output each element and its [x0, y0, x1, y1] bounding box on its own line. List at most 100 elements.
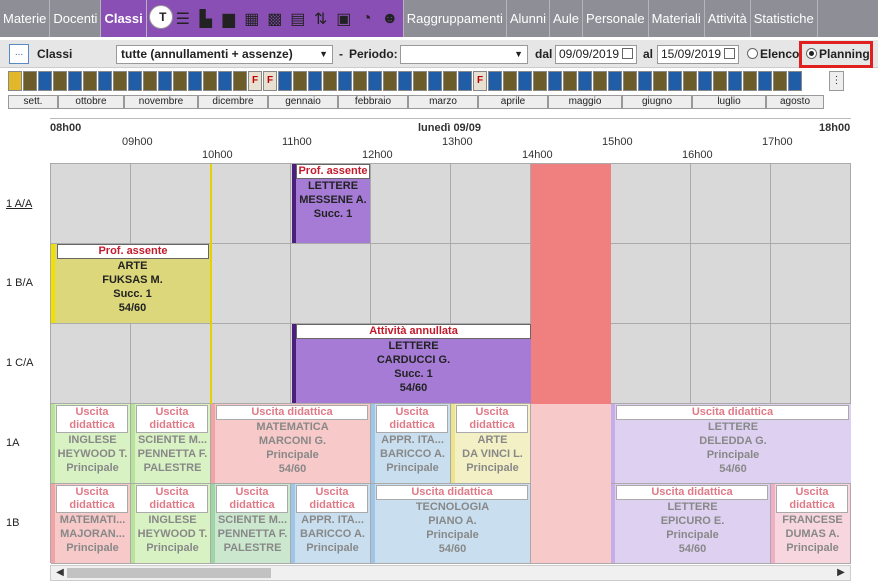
nav-aule[interactable]: Aule — [550, 0, 584, 37]
week-cell[interactable]: F — [263, 71, 277, 91]
week-cell[interactable] — [488, 71, 502, 91]
lesson-card[interactable]: Prof. assente ARTE FUKSAS M. Succ. 1 54/… — [51, 244, 210, 323]
week-cell[interactable]: F — [248, 71, 262, 91]
week-cell[interactable] — [173, 71, 187, 91]
week-cell[interactable] — [83, 71, 97, 91]
nav-docenti[interactable]: Docenti — [50, 0, 102, 37]
grid-cell[interactable] — [131, 324, 211, 404]
grid-cell[interactable] — [691, 324, 771, 404]
excursion-card[interactable]: Uscita didattica LETTERE EPICURO E. Princip… — [611, 484, 770, 563]
week-cell[interactable] — [38, 71, 52, 91]
excursion-card[interactable]: Uscita didattica APPR. ITA... BARICCO A. Pr… — [371, 404, 450, 483]
nav-materiali[interactable]: Materiali — [649, 0, 705, 37]
excursion-card[interactable]: Uscita didattica MATEMATICA MARCONI G. Prin… — [211, 404, 370, 483]
date-from-field[interactable]: 09/09/2019 — [555, 45, 637, 64]
row-label-1aa[interactable]: 1 A/A — [6, 198, 32, 210]
t-arrows-icon[interactable]: ⇅ — [310, 8, 332, 30]
excursion-card[interactable]: Uscita didattica LETTERE DELEDDA G. Princip… — [611, 404, 851, 483]
list-icon[interactable]: ☰ — [172, 8, 194, 30]
row-label-1ba[interactable]: 1 B/A — [6, 277, 33, 289]
table-icon[interactable]: ▤ — [287, 8, 309, 30]
week-cell[interactable] — [203, 71, 217, 91]
excursion-card[interactable]: Uscita didattica INGLESE HEYWOOD T. Princip… — [131, 484, 210, 563]
week-cell[interactable] — [548, 71, 562, 91]
nav-classi[interactable]: Classi — [101, 0, 147, 37]
week-cell[interactable] — [758, 71, 772, 91]
lesson-card[interactable]: Prof. assente LETTERE MESSENE A. Succ. 1 — [292, 164, 370, 243]
week-cell[interactable] — [593, 71, 607, 91]
month-label[interactable]: novembre — [124, 95, 198, 109]
nav-raggruppamenti[interactable]: Raggruppamenti — [404, 0, 507, 37]
month-label[interactable]: ottobre — [58, 95, 124, 109]
week-cell[interactable] — [623, 71, 637, 91]
week-cell[interactable] — [338, 71, 352, 91]
excursion-card[interactable]: Uscita didattica SCIENTE M... PENNETTA F. P… — [131, 404, 210, 483]
week-cell[interactable] — [398, 71, 412, 91]
calendar-icon[interactable] — [622, 48, 633, 59]
month-label[interactable]: sett. — [8, 95, 58, 109]
week-cell[interactable] — [743, 71, 757, 91]
horizontal-scrollbar[interactable]: ◀ ▶ — [50, 565, 851, 581]
excursion-card[interactable]: Uscita didattica MATEMATI... MAJORAN... Pri… — [51, 484, 130, 563]
t-cross-icon[interactable]: T — [148, 5, 173, 29]
grid-cell[interactable] — [371, 164, 451, 244]
week-cell[interactable] — [728, 71, 742, 91]
month-label[interactable]: agosto — [766, 95, 824, 109]
month-label[interactable]: marzo — [408, 95, 478, 109]
week-cell[interactable] — [278, 71, 292, 91]
week-cell[interactable] — [788, 71, 802, 91]
class-filter-select[interactable]: tutte (annullamenti + assenze) ▼ — [116, 45, 333, 64]
week-cell[interactable] — [533, 71, 547, 91]
grid-cell[interactable] — [291, 244, 371, 324]
week-cell[interactable] — [683, 71, 697, 91]
month-label[interactable]: febbraio — [338, 95, 408, 109]
row-label-1ca[interactable]: 1 C/A — [6, 357, 34, 369]
week-cell[interactable] — [638, 71, 652, 91]
nav-alunni[interactable]: Alunni — [507, 0, 551, 37]
week-cell[interactable] — [218, 71, 232, 91]
group-icon[interactable]: ▙ — [195, 8, 217, 30]
more-button[interactable]: ... — [9, 44, 29, 64]
person-icon[interactable]: ☻ — [379, 8, 401, 30]
excursion-card[interactable]: Uscita didattica SCIENTE M... PENNETTA F. P… — [211, 484, 290, 563]
grid-cell[interactable] — [771, 164, 851, 244]
row-label-1a[interactable]: 1A — [6, 437, 19, 449]
week-cell[interactable] — [158, 71, 172, 91]
month-label[interactable]: gennaio — [268, 95, 338, 109]
month-label[interactable]: maggio — [548, 95, 622, 109]
periodo-select[interactable]: ▼ — [400, 45, 528, 64]
month-label[interactable]: luglio — [692, 95, 766, 109]
nav-personale[interactable]: Personale — [583, 0, 649, 37]
week-cell[interactable] — [23, 71, 37, 91]
week-cell[interactable] — [428, 71, 442, 91]
week-cell[interactable] — [68, 71, 82, 91]
excursion-card[interactable]: Uscita didattica INGLESE HEYWOOD T. Princip… — [51, 404, 130, 483]
week-cell[interactable] — [653, 71, 667, 91]
week-cell[interactable] — [143, 71, 157, 91]
week-strip[interactable]: FFF — [8, 71, 825, 91]
grid-cell[interactable] — [451, 164, 531, 244]
week-cell[interactable] — [353, 71, 367, 91]
grid-cell[interactable] — [691, 164, 771, 244]
grid-cell[interactable] — [131, 164, 211, 244]
grid-cell[interactable] — [371, 244, 451, 324]
grid-cell[interactable] — [771, 244, 851, 324]
week-cell[interactable] — [503, 71, 517, 91]
week-cell[interactable] — [608, 71, 622, 91]
grid-cell[interactable] — [211, 244, 291, 324]
grid-cell[interactable] — [51, 324, 131, 404]
strip-menu-button[interactable]: ⋮ — [829, 71, 844, 91]
month-label[interactable]: dicembre — [198, 95, 268, 109]
scroll-left-icon[interactable]: ◀ — [53, 566, 67, 580]
week-cell[interactable] — [293, 71, 307, 91]
week-cell[interactable] — [578, 71, 592, 91]
week-cell[interactable] — [98, 71, 112, 91]
scroll-thumb[interactable] — [67, 568, 271, 578]
grid-cell[interactable] — [611, 324, 691, 404]
week-cell[interactable] — [713, 71, 727, 91]
grid-cell[interactable] — [211, 164, 291, 244]
week-cell[interactable] — [518, 71, 532, 91]
month-label[interactable]: giugno — [622, 95, 692, 109]
week-cell[interactable] — [233, 71, 247, 91]
excursion-card[interactable]: Uscita didattica APPR. ITA... BARICCO A. Pr… — [291, 484, 370, 563]
